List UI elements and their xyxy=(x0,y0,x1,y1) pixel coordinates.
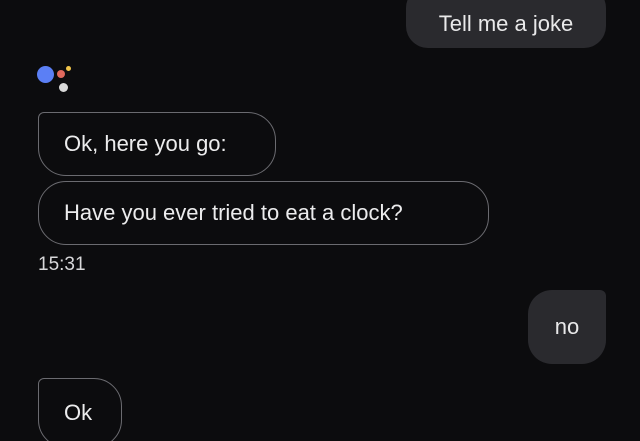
chat-screen: Tell me a joke Ok, here you go: Have you… xyxy=(0,0,640,441)
message-text: Ok, here you go: xyxy=(64,131,227,156)
logo-dot-yellow xyxy=(66,66,71,71)
assistant-message-bubble: Have you ever tried to eat a clock? xyxy=(38,181,489,245)
user-message-bubble: no xyxy=(528,290,606,364)
logo-dot-light xyxy=(59,83,68,92)
message-text: Have you ever tried to eat a clock? xyxy=(64,200,403,225)
logo-dot-blue xyxy=(37,66,54,83)
message-text: Tell me a joke xyxy=(438,11,574,36)
message-timestamp: 15:31 xyxy=(38,254,86,275)
assistant-logo-icon xyxy=(37,62,77,98)
user-message-bubble: Tell me a joke xyxy=(406,0,606,48)
message-text: Ok xyxy=(64,400,93,425)
assistant-message-bubble: Ok, here you go: xyxy=(38,112,276,176)
logo-dot-red xyxy=(57,70,65,78)
assistant-message-bubble: Ok xyxy=(38,378,122,441)
message-text: no xyxy=(554,314,580,339)
